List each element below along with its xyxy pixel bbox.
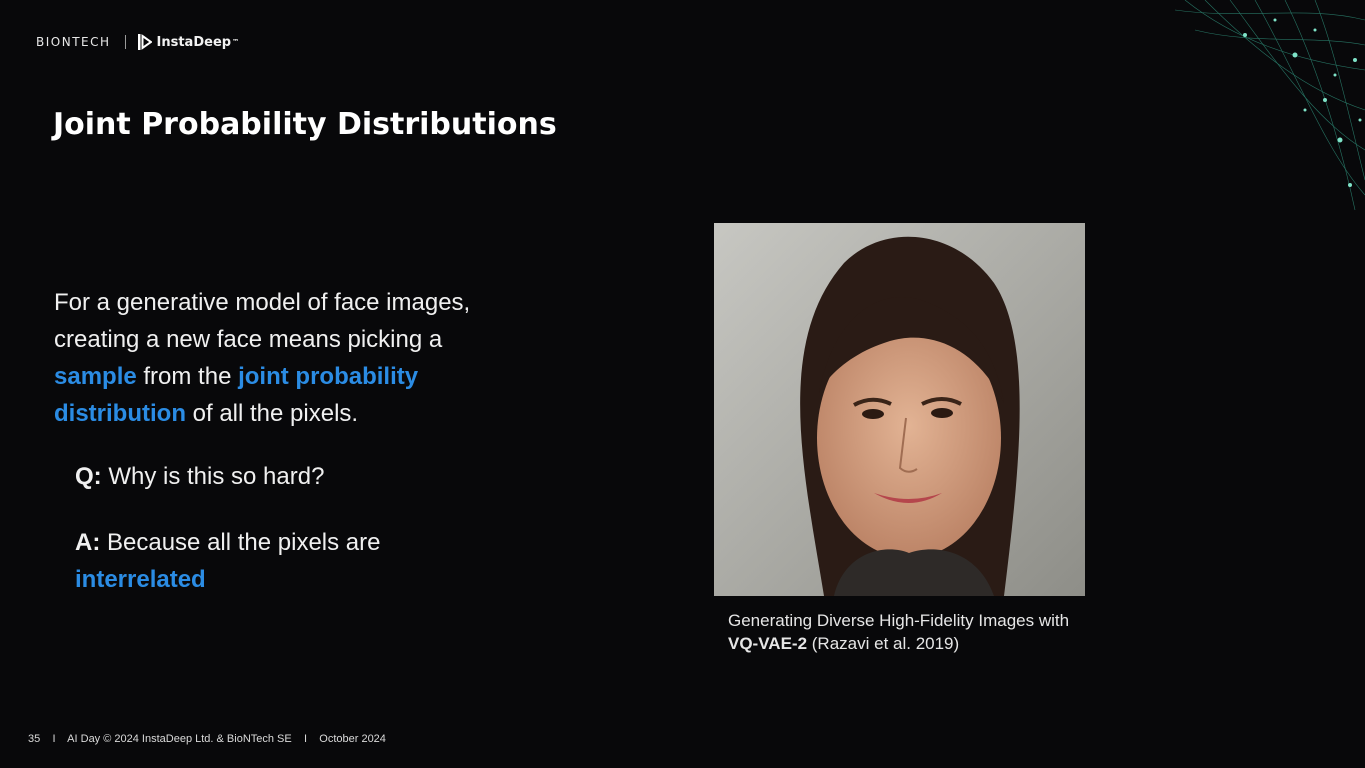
- caption-citation: (Razavi et al. 2019): [807, 634, 960, 653]
- figure-caption: Generating Diverse High-Fidelity Images …: [728, 609, 1088, 655]
- body-paragraph: For a generative model of face images, c…: [54, 284, 524, 432]
- network-graphic: [1175, 0, 1365, 210]
- model-name: VQ-VAE-2: [728, 634, 808, 653]
- answer-label: A:: [75, 529, 101, 556]
- instadeep-logo: InstaDeep ™: [137, 34, 240, 50]
- question-text: Why is this so hard?: [101, 463, 325, 490]
- page-title: Joint Probability Distributions: [53, 107, 557, 142]
- footer-separator: I: [303, 733, 308, 745]
- instadeep-mark-icon: [137, 34, 152, 50]
- footer-separator: I: [52, 733, 56, 745]
- caption-text: Generating Diverse High-Fidelity Images …: [728, 611, 1070, 630]
- body-text-part1: For a generative model of face images, c…: [54, 289, 471, 353]
- question-label: Q:: [75, 463, 102, 490]
- answer: A: Because all the pixels are interrelat…: [75, 524, 475, 598]
- question: Q: Why is this so hard?: [75, 458, 475, 495]
- sample-highlight: sample: [54, 363, 137, 390]
- body-text-part3: of all the pixels.: [185, 400, 359, 427]
- body-text-part2: from the: [136, 363, 239, 390]
- header-logos: BIONTECH InstaDeep ™: [36, 32, 239, 52]
- footer-copyright: AI Day © 2024 InstaDeep Ltd. & BioNTech …: [67, 733, 292, 745]
- slide: { "header": { "logo_biontech": "BIONTECH…: [0, 0, 1365, 768]
- page-number: 35: [28, 733, 41, 745]
- footer-date: October 2024: [319, 733, 386, 745]
- logo-divider: [124, 35, 126, 49]
- answer-text: Because all the pixels are: [100, 529, 381, 556]
- generated-face-image: [714, 223, 1085, 596]
- instadeep-wordmark: InstaDeep: [156, 34, 232, 50]
- interrelated-highlight: interrelated: [75, 566, 206, 593]
- slide-footer: 35 I AI Day © 2024 InstaDeep Ltd. & BioN…: [28, 733, 386, 745]
- biontech-logo: BIONTECH: [36, 35, 111, 49]
- trademark-symbol: ™: [232, 38, 240, 46]
